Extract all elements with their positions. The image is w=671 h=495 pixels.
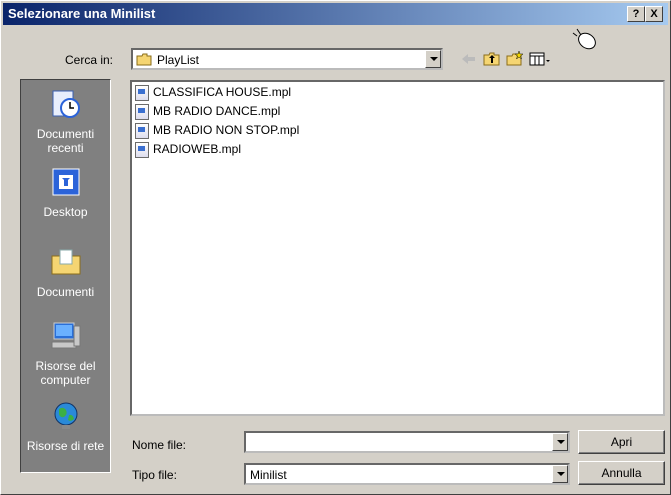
desktop-icon — [52, 168, 79, 196]
up-folder-icon[interactable] — [483, 50, 501, 68]
place-recent-documents-label: Documenti recenti — [36, 127, 95, 155]
cursor-icon — [572, 28, 596, 50]
file-icon — [135, 123, 149, 139]
file-name: MB RADIO DANCE.mpl — [153, 104, 281, 119]
place-documents[interactable]: Documenti — [21, 246, 110, 299]
view-menu-icon[interactable] — [529, 50, 553, 68]
file-icon — [135, 85, 149, 101]
back-icon[interactable] — [459, 50, 477, 68]
file-item[interactable]: CLASSIFICA HOUSE.mpl — [135, 85, 291, 103]
recent-documents-icon — [52, 90, 80, 118]
place-network-label: Risorse di rete — [26, 439, 105, 453]
filetype-label: Tipo file: — [132, 468, 177, 482]
cancel-button[interactable]: Annulla — [578, 461, 665, 485]
lookin-dropdown-arrow[interactable] — [425, 50, 441, 68]
place-my-computer-label: Risorse del computer — [35, 359, 96, 387]
open-button[interactable]: Apri — [578, 430, 665, 454]
places-bar: Documenti recenti Desktop Documenti Riso… — [20, 79, 111, 473]
file-item[interactable]: MB RADIO NON STOP.mpl — [135, 123, 299, 141]
file-name: CLASSIFICA HOUSE.mpl — [153, 85, 292, 100]
filename-label: Nome file: — [132, 438, 187, 452]
place-recent-documents[interactable]: Documenti recenti — [21, 88, 110, 155]
new-folder-icon[interactable] — [506, 50, 524, 68]
filetype-dropdown-arrow[interactable] — [552, 465, 568, 483]
filetype-value: Minilist — [250, 468, 287, 482]
place-desktop[interactable]: Desktop — [21, 166, 110, 219]
place-documents-label: Documenti — [36, 285, 95, 299]
window-title: Selezionare una Minilist — [8, 6, 156, 21]
file-name: MB RADIO NON STOP.mpl — [153, 123, 300, 138]
documents-folder-icon — [51, 249, 80, 275]
filename-input[interactable] — [244, 431, 570, 453]
place-desktop-label: Desktop — [43, 205, 88, 219]
close-button[interactable]: X — [645, 6, 663, 22]
folder-icon — [136, 53, 152, 66]
file-item[interactable]: RADIOWEB.mpl — [135, 142, 241, 160]
file-name: RADIOWEB.mpl — [153, 142, 242, 157]
network-globe-icon — [54, 402, 77, 429]
computer-icon — [51, 322, 80, 349]
place-network[interactable]: Risorse di rete — [21, 400, 110, 453]
lookin-combo[interactable]: PlayList — [131, 48, 443, 70]
file-icon — [135, 104, 149, 120]
file-open-dialog: Selezionare una Minilist ? X Cerca in: P… — [0, 0, 671, 495]
lookin-label: Cerca in: — [65, 53, 114, 67]
filename-dropdown-arrow[interactable] — [552, 433, 568, 451]
filetype-select[interactable]: Minilist — [244, 463, 570, 485]
lookin-value: PlayList — [157, 53, 200, 67]
place-my-computer[interactable]: Risorse del computer — [21, 320, 110, 387]
help-button[interactable]: ? — [627, 6, 645, 22]
file-item[interactable]: MB RADIO DANCE.mpl — [135, 104, 280, 122]
file-list[interactable]: CLASSIFICA HOUSE.mpl MB RADIO DANCE.mpl … — [130, 80, 665, 416]
file-icon — [135, 142, 149, 158]
